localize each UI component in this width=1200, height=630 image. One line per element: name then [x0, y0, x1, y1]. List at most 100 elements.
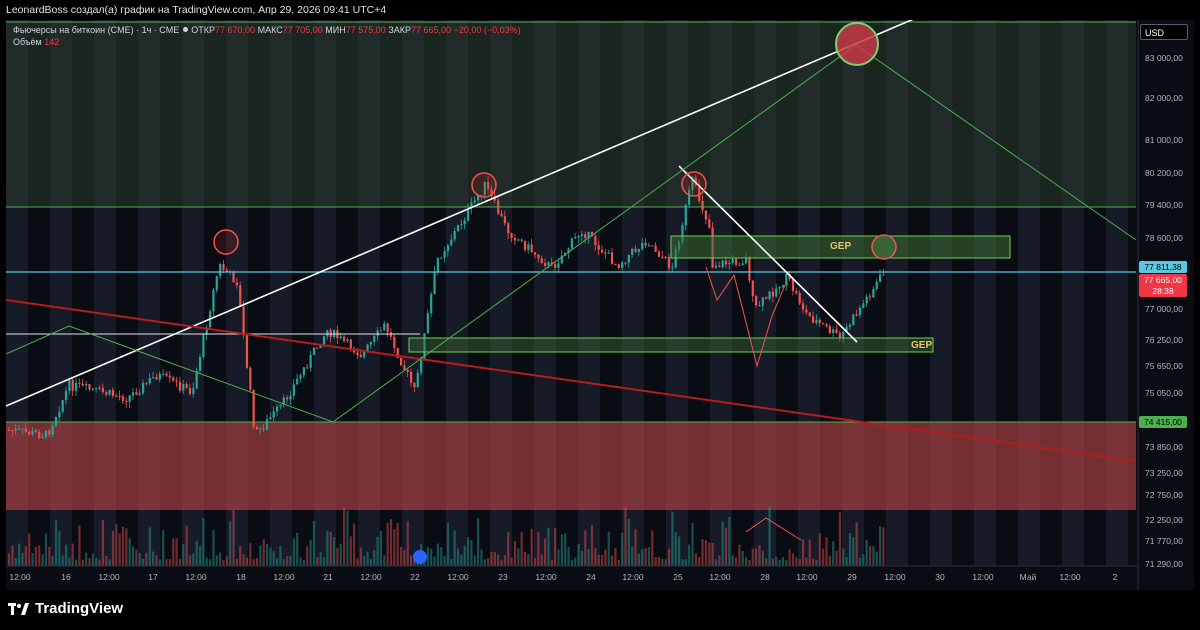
- candle-body: [269, 417, 272, 420]
- volume-bar: [805, 557, 808, 566]
- volume-bar: [463, 545, 466, 566]
- volume-bar: [584, 530, 587, 566]
- legend-row-volume: Объём 142: [13, 36, 521, 48]
- candle-body: [172, 377, 175, 381]
- volume-bar: [24, 546, 27, 566]
- candle-body: [239, 285, 242, 307]
- candle-body: [801, 303, 805, 310]
- candle-body: [624, 262, 627, 264]
- volume-bar: [14, 557, 17, 566]
- volume-bar: [433, 556, 436, 566]
- candle-body: [312, 347, 316, 355]
- chart-frame[interactable]: [6, 20, 1194, 590]
- candle-body: [286, 397, 289, 400]
- candle-body: [215, 276, 218, 291]
- volume-bar: [346, 511, 349, 566]
- change-value: −20,00 (−0,03%): [453, 25, 521, 35]
- high-label: МАКС: [257, 25, 283, 35]
- upper-resistance-zone: [6, 21, 1136, 207]
- time-tick-label: 12:00: [360, 572, 382, 582]
- gep-upper-label: GEP: [830, 241, 852, 252]
- candle-body: [379, 330, 383, 332]
- candle-body: [731, 258, 734, 263]
- volume-bar: [292, 538, 295, 566]
- volume-bar: [118, 533, 121, 566]
- volume-bar: [426, 547, 429, 566]
- volume-bar: [353, 523, 356, 566]
- volume-bar: [61, 555, 64, 566]
- volume-bar: [755, 548, 758, 566]
- volume-bar: [480, 549, 483, 566]
- status-dot: [183, 27, 189, 32]
- time-tick-label: 12:00: [98, 572, 120, 582]
- high-value: 77 705,00: [282, 25, 323, 35]
- volume-bar: [373, 549, 376, 566]
- candle-body: [765, 297, 768, 299]
- candle-body: [8, 430, 11, 431]
- volume-bar: [822, 548, 825, 566]
- volume-bar: [21, 552, 24, 566]
- volume-bar: [862, 554, 865, 566]
- candle-body: [195, 370, 198, 389]
- candle-body: [875, 281, 878, 290]
- marker-circle-25: [681, 171, 707, 197]
- candle-body: [631, 248, 634, 255]
- candle-body: [373, 335, 376, 342]
- tradingview-logo-icon: [8, 602, 29, 615]
- marker-circle-22: [471, 172, 497, 198]
- volume-bar: [671, 511, 674, 566]
- volume-bar: [188, 555, 192, 566]
- candle-body: [503, 216, 506, 224]
- volume-bar: [517, 548, 520, 566]
- candle-body: [520, 239, 523, 241]
- volume-bar: [396, 522, 399, 566]
- candle-body: [808, 312, 811, 317]
- time-tick-label: 12:00: [1059, 572, 1081, 582]
- candle-body: [456, 225, 460, 232]
- volume-bar: [775, 556, 778, 566]
- candle-body: [18, 428, 21, 430]
- volume-bar: [557, 549, 560, 566]
- tradingview-logo[interactable]: TradingView: [8, 600, 123, 617]
- price-tick-label: 73 250,00: [1145, 468, 1183, 478]
- volume-bar: [631, 546, 634, 566]
- volume-bar: [34, 546, 37, 566]
- candle-body: [296, 378, 299, 385]
- volume-bar: [634, 529, 637, 566]
- volume-bar: [319, 552, 322, 566]
- candle-body: [855, 314, 858, 316]
- price-chart[interactable]: [6, 20, 1194, 590]
- volume-bar: [252, 559, 255, 566]
- candle-body: [755, 296, 758, 306]
- time-tick-label: 12:00: [185, 572, 207, 582]
- candle-body: [671, 267, 674, 269]
- volume-bar: [125, 528, 128, 566]
- volume-label[interactable]: Объём: [13, 37, 42, 47]
- candle-body: [276, 406, 279, 412]
- candle-body: [838, 332, 841, 338]
- currency-button[interactable]: USD: [1140, 24, 1188, 40]
- candle-body: [386, 323, 389, 333]
- time-tick-label: 24: [586, 572, 596, 582]
- volume-bar: [815, 559, 818, 566]
- scroll-to-realtime-button[interactable]: [413, 550, 427, 564]
- volume-bar: [51, 556, 54, 566]
- volume-bar: [507, 531, 510, 566]
- candle-body: [868, 296, 872, 298]
- volume-bar: [225, 556, 228, 566]
- candle-body: [848, 324, 852, 327]
- volume-bar: [503, 554, 506, 566]
- candle-body: [108, 389, 111, 395]
- footer-bar: [0, 590, 1200, 630]
- candle-body: [537, 254, 540, 259]
- volume-bar: [453, 530, 456, 566]
- candle-body: [617, 264, 620, 268]
- volume-bar: [828, 556, 831, 566]
- volume-bar: [152, 551, 155, 566]
- volume-bar: [513, 540, 517, 566]
- symbol-name[interactable]: Фьючерсы на биткоин (CME) · 1ч · CME: [13, 25, 179, 35]
- volume-bar: [68, 557, 71, 566]
- volume-bar: [570, 559, 573, 566]
- price-tick-label: 71 770,00: [1145, 536, 1183, 546]
- candle-body: [222, 264, 225, 271]
